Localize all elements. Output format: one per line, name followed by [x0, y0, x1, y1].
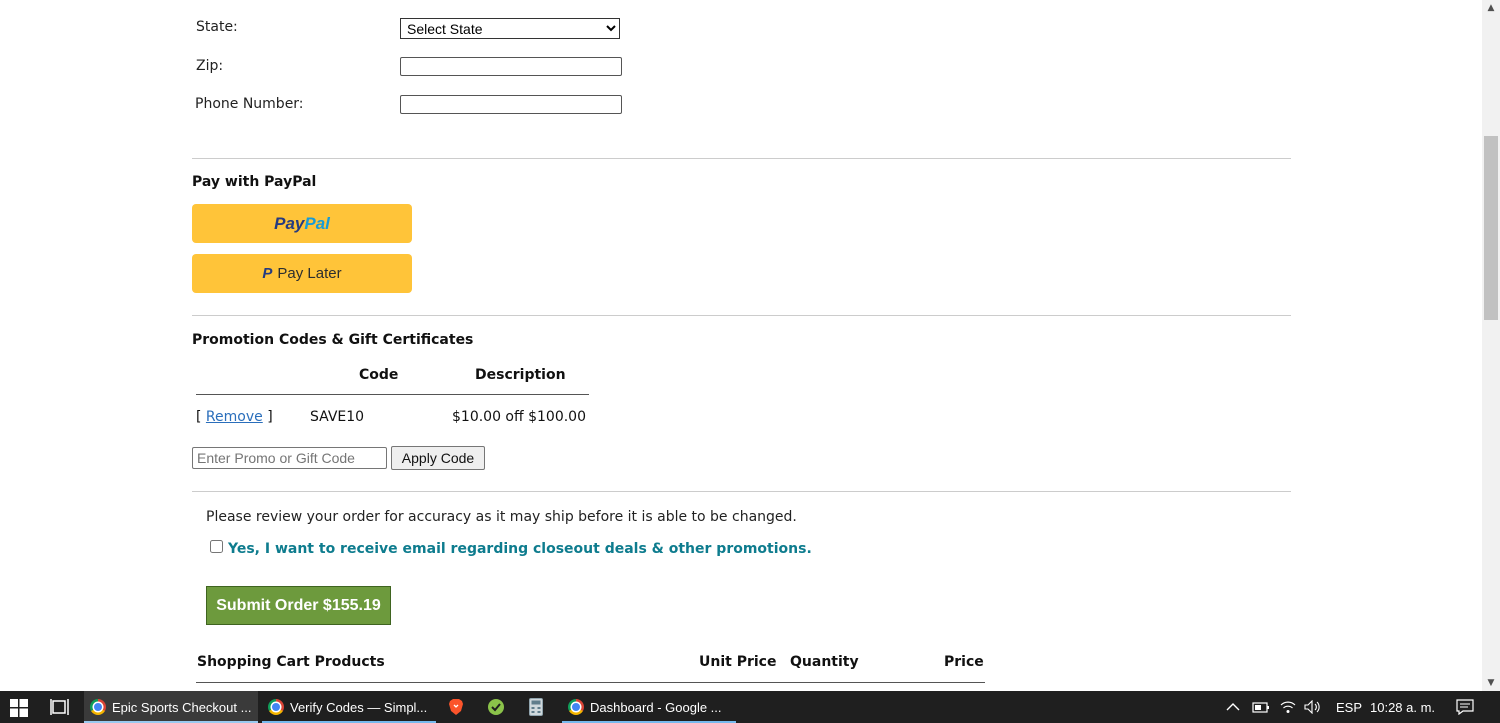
- promo-row-remove: [ Remove ]: [196, 409, 273, 425]
- wifi-icon[interactable]: [1280, 691, 1296, 723]
- promo-header-description: Description: [475, 367, 566, 383]
- paypal-p-icon: P: [262, 265, 273, 282]
- taskbar-window-epic-sports[interactable]: Epic Sports Checkout ...: [84, 691, 258, 723]
- cart-header-price: Price: [944, 654, 984, 670]
- taskbar: Epic Sports Checkout ... Verify Codes — …: [0, 691, 1500, 723]
- windows-start-icon[interactable]: [10, 699, 28, 717]
- chrome-icon: [268, 699, 284, 715]
- paypal-section-title: Pay with PayPal: [192, 174, 317, 190]
- chrome-icon: [568, 699, 584, 715]
- email-optin-label[interactable]: Yes, I want to receive email regarding c…: [228, 541, 812, 557]
- email-optin-checkbox[interactable]: [210, 540, 223, 553]
- chrome-icon: [90, 699, 106, 715]
- scrollbar-thumb[interactable]: [1484, 136, 1498, 320]
- submit-order-button[interactable]: Submit Order $155.19: [206, 586, 391, 625]
- promo-row-code: SAVE10: [310, 409, 365, 425]
- promo-section-title: Promotion Codes & Gift Certificates: [192, 332, 474, 348]
- battery-icon[interactable]: [1252, 691, 1270, 723]
- promo-header-divider: [196, 394, 589, 395]
- promo-header-code: Code: [359, 367, 399, 383]
- scroll-up-arrow-icon[interactable]: ▲: [1482, 0, 1500, 16]
- apply-code-button[interactable]: Apply Code: [391, 446, 485, 470]
- remove-promo-link[interactable]: Remove: [206, 409, 263, 425]
- zip-input[interactable]: [400, 57, 622, 76]
- brave-icon[interactable]: [436, 691, 476, 723]
- language-indicator[interactable]: ESP: [1336, 691, 1362, 723]
- task-view-icon[interactable]: [50, 698, 70, 716]
- divider: [192, 315, 1291, 316]
- volume-icon[interactable]: [1304, 691, 1322, 723]
- cart-title: Shopping Cart Products: [197, 654, 385, 670]
- show-hidden-icons-chevron-up-icon[interactable]: [1226, 691, 1240, 723]
- paypal-pay-later-button[interactable]: P Pay Later: [192, 254, 412, 293]
- checkout-page: State: Select State Zip: Phone Number: P…: [0, 0, 1482, 691]
- scroll-down-arrow-icon[interactable]: ▼: [1482, 675, 1500, 691]
- clock[interactable]: 10:28 a. m.: [1370, 691, 1435, 723]
- review-notice: Please review your order for accuracy as…: [206, 509, 797, 525]
- phone-input[interactable]: [400, 95, 622, 114]
- calculator-icon[interactable]: [516, 691, 556, 723]
- paypal-logo: PayPal: [274, 213, 330, 233]
- notifications-icon[interactable]: [1456, 691, 1474, 723]
- taskbar-window-verify-codes[interactable]: Verify Codes — Simpl...: [262, 691, 436, 723]
- app-icon[interactable]: [476, 691, 516, 723]
- cart-header-quantity: Quantity: [790, 654, 859, 670]
- cart-header-unit-price: Unit Price: [699, 654, 777, 670]
- state-select[interactable]: Select State: [400, 18, 620, 39]
- taskbar-window-dashboard[interactable]: Dashboard - Google ...: [562, 691, 736, 723]
- zip-label: Zip:: [196, 58, 224, 74]
- divider: [192, 158, 1291, 159]
- state-label: State:: [196, 19, 238, 35]
- cart-header-divider: [196, 682, 985, 683]
- pay-later-label: Pay Later: [277, 265, 342, 282]
- paypal-button[interactable]: PayPal: [192, 204, 412, 243]
- promo-code-input[interactable]: [192, 447, 387, 469]
- promo-row-description: $10.00 off $100.00: [452, 409, 586, 425]
- divider: [192, 491, 1291, 492]
- vertical-scrollbar[interactable]: ▲ ▼: [1482, 0, 1500, 691]
- phone-label: Phone Number:: [195, 96, 304, 112]
